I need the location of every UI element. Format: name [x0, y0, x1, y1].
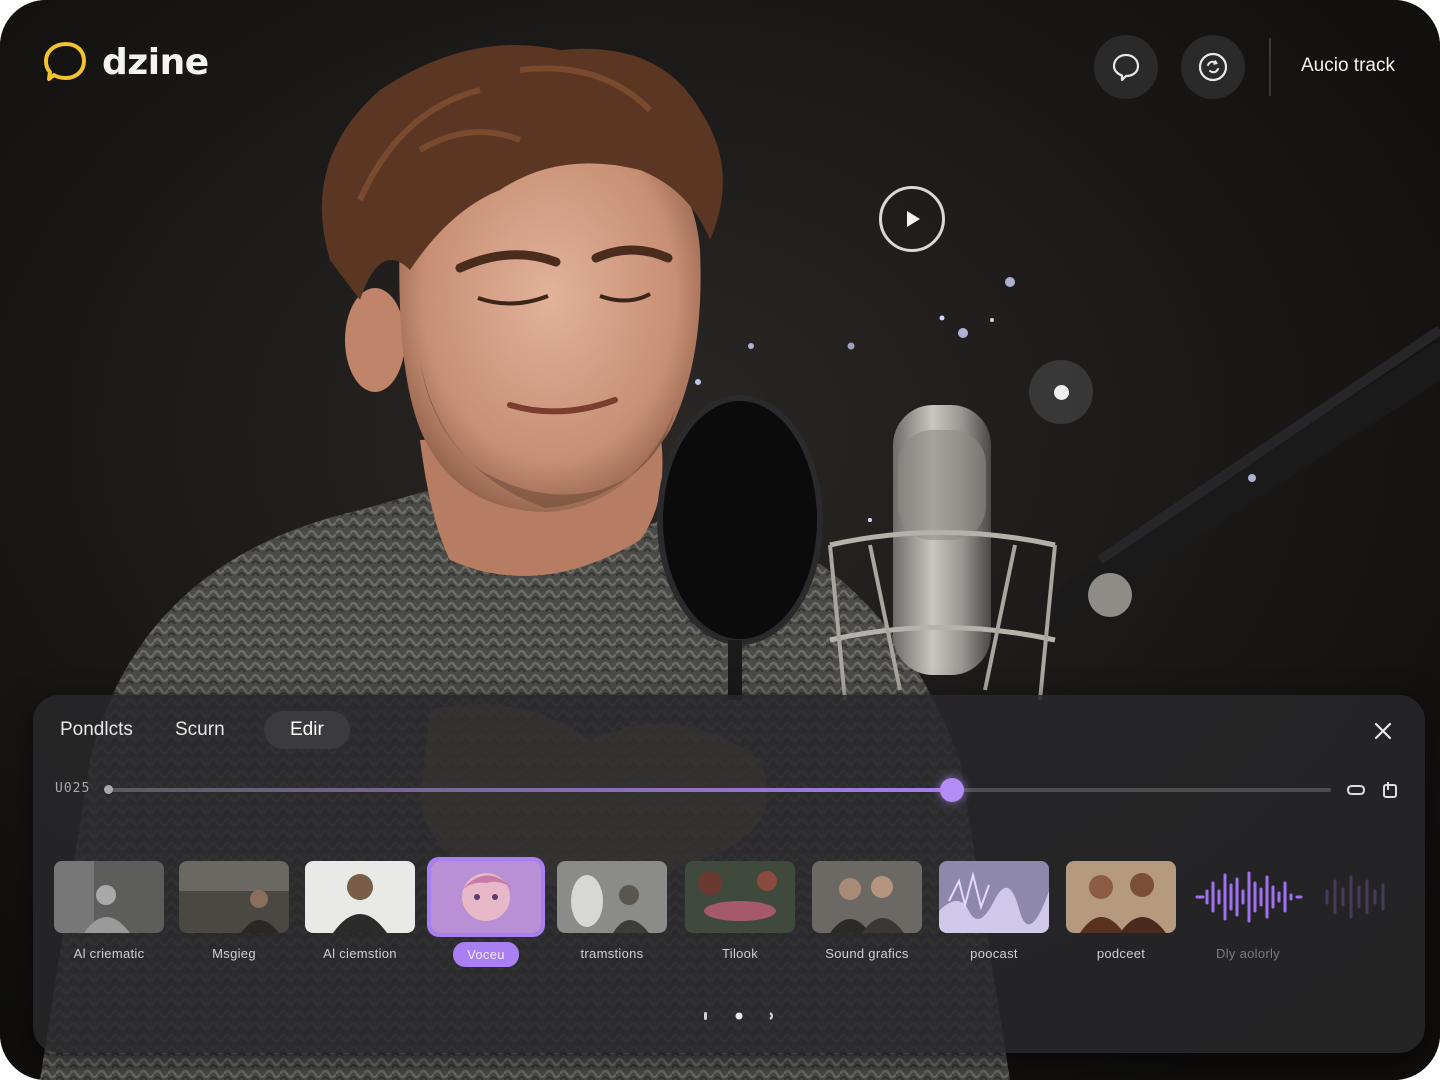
timecode: U025 [55, 781, 91, 796]
clip-strip: Al criematic Msgieg Al ciemstion Voceu t… [53, 861, 1413, 967]
clip-item[interactable]: Al criematic [53, 861, 165, 961]
header-divider [1269, 38, 1271, 96]
clip-thumbnail [1066, 861, 1176, 933]
chat-bubble-icon [1112, 53, 1140, 82]
record-button[interactable] [1029, 360, 1093, 424]
tab-pondlcts[interactable]: Pondlcts [34, 711, 159, 749]
sync-circle-icon [1198, 52, 1228, 82]
clip-item[interactable]: tramstions [556, 861, 668, 961]
timeline-start-marker [104, 785, 113, 794]
play-icon [907, 211, 920, 227]
clip-item[interactable]: Dly aolorly [1192, 861, 1304, 961]
page-dot-active[interactable] [735, 1012, 743, 1020]
playhead-handle[interactable] [939, 778, 964, 802]
clip-item-selected[interactable]: Voceu [430, 861, 542, 967]
export-icon[interactable] [1379, 779, 1401, 801]
clip-thumbnail [557, 861, 667, 933]
clip-thumbnail [54, 861, 164, 933]
app-name: dzine [102, 41, 209, 83]
loop-icon[interactable] [1345, 779, 1367, 801]
audio-track-button[interactable]: Aucio track [1301, 55, 1395, 77]
clip-item[interactable]: Al ciemstion [304, 861, 416, 961]
clip-thumbnail [939, 861, 1049, 933]
clip-item[interactable]: poocast [938, 861, 1050, 961]
clip-thumbnail [431, 861, 541, 933]
edit-panel: Pondlcts Scurn Edir U025 Al criematic Ms… [33, 695, 1425, 1053]
app-logo[interactable]: dzine [44, 40, 209, 84]
page-dot[interactable] [769, 1012, 774, 1020]
app-window: dzine Aucio track Pondlcts Scurn Edir U0… [0, 0, 1440, 1080]
clip-label: Al ciemstion [323, 946, 397, 961]
clip-label: Msgieg [212, 946, 256, 961]
waveform-thumbnail [1195, 871, 1303, 923]
play-button[interactable] [879, 186, 945, 252]
clip-thumbnail [179, 861, 289, 933]
clip-thumbnail [305, 861, 415, 933]
clip-label: tramstions [580, 946, 644, 961]
dzine-logo-icon [44, 42, 86, 81]
clip-label: Tilook [722, 946, 758, 961]
clip-thumbnail [685, 861, 795, 933]
close-icon[interactable] [1371, 719, 1395, 743]
timeline-progress [107, 788, 952, 792]
record-dot-icon [1053, 384, 1069, 400]
waveform-overflow [1325, 875, 1385, 919]
clip-label: poocast [970, 946, 1018, 961]
sync-button[interactable] [1181, 35, 1245, 99]
clip-label: Al criematic [73, 946, 145, 961]
clip-item[interactable]: Tilook [684, 861, 796, 961]
clip-thumbnail [812, 861, 922, 933]
clip-item[interactable]: podceet [1065, 861, 1177, 961]
chat-button[interactable] [1094, 35, 1158, 99]
tab-edir[interactable]: Edir [264, 711, 350, 749]
tab-scurn[interactable]: Scurn [149, 711, 251, 749]
page-dot[interactable] [704, 1012, 707, 1020]
timeline-scrubber[interactable] [104, 778, 1331, 802]
clip-item[interactable]: Msgieg [178, 861, 290, 961]
clip-label: Dly aolorly [1216, 946, 1280, 961]
pagination-dots[interactable] [699, 1009, 779, 1023]
clip-label: podceet [1096, 946, 1146, 961]
clip-label: Voceu [453, 942, 519, 967]
clip-label: Sound grafics [825, 946, 909, 961]
clip-item[interactable]: Sound grafics [811, 861, 923, 961]
